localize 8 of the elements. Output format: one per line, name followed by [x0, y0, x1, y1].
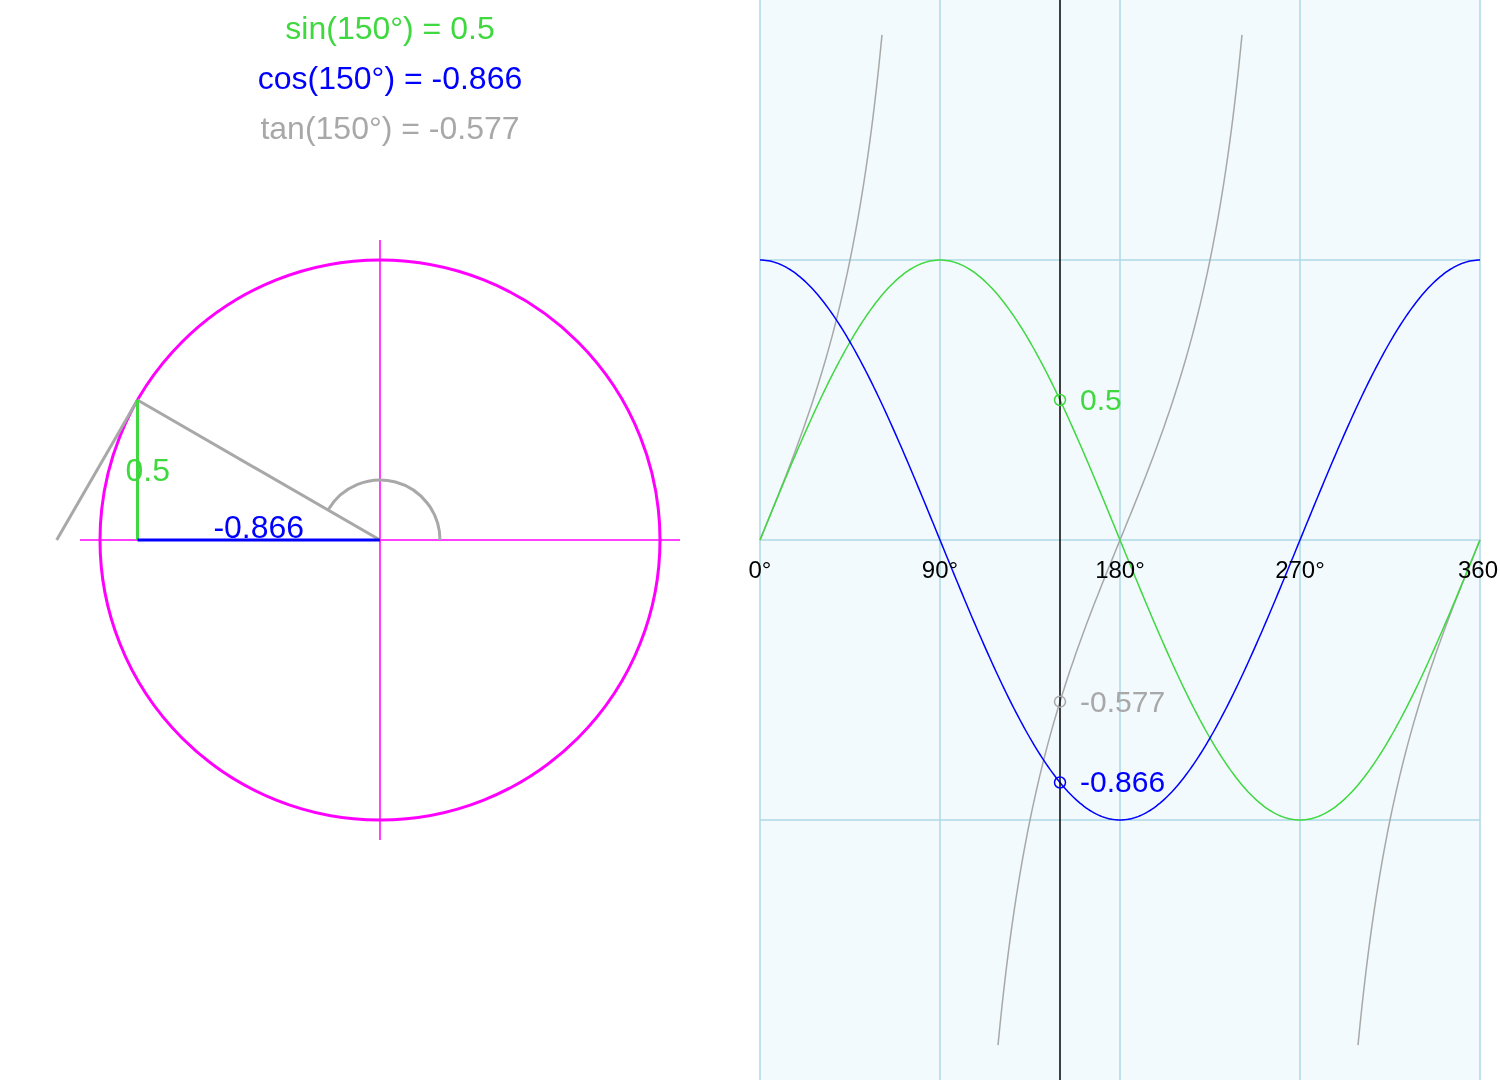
point-value-label: 0.5 [1080, 383, 1122, 416]
point-value-label: -0.866 [1080, 765, 1166, 799]
formula-text: tan(150°) = -0.577 [260, 109, 520, 148]
cosine-value-label: -0.866 [213, 509, 305, 545]
point-value-label: -0.577 [1080, 684, 1166, 718]
formula-text: cos(150°) = -0.866 [257, 59, 523, 98]
axis-tick-label: 0° [748, 556, 772, 583]
formula-text: sin(150°) = 0.5 [285, 9, 495, 48]
